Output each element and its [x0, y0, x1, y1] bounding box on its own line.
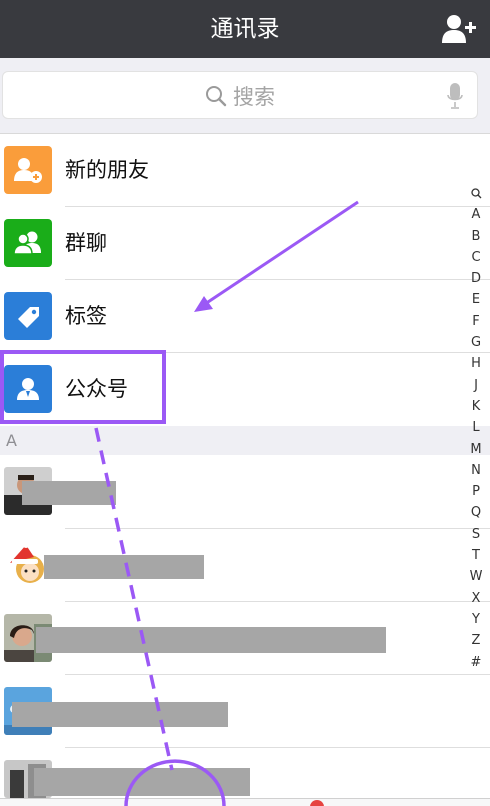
index-letter[interactable]: F — [468, 311, 484, 332]
index-letter[interactable]: K — [468, 396, 484, 417]
bottom-tab-bar — [0, 798, 490, 806]
official-accounts-label: 公众号 — [65, 377, 128, 401]
alphabet-index[interactable]: A B C D E F G H J K L M N P Q S T W X Y … — [468, 183, 484, 673]
redacted-name — [12, 702, 228, 727]
contact-row[interactable] — [0, 602, 490, 675]
search-area: 搜索 — [0, 58, 490, 134]
microphone-icon[interactable] — [447, 83, 463, 109]
index-letter[interactable]: J — [468, 375, 484, 396]
official-account-icon — [4, 365, 52, 413]
redacted-name — [34, 768, 250, 796]
index-letter[interactable]: # — [468, 652, 484, 673]
index-letter[interactable]: E — [468, 289, 484, 310]
search-icon — [206, 86, 227, 107]
official-accounts-row[interactable]: 公众号 — [0, 353, 490, 426]
group-chat-icon — [4, 219, 52, 267]
index-letter[interactable]: M — [468, 439, 484, 460]
index-letter[interactable]: N — [468, 460, 484, 481]
add-contact-icon[interactable] — [442, 13, 476, 45]
tab-badge — [310, 800, 324, 806]
contact-row[interactable] — [0, 748, 490, 798]
search-input[interactable]: 搜索 — [2, 71, 478, 119]
contact-row[interactable] — [0, 455, 490, 528]
redacted-name — [36, 627, 386, 653]
navigation-bar: 通讯录 — [0, 0, 490, 58]
new-friends-row[interactable]: 新的朋友 — [0, 134, 490, 207]
group-chats-row[interactable]: 群聊 — [0, 207, 490, 280]
index-letter[interactable]: Q — [468, 502, 484, 523]
tags-row[interactable]: 标签 — [0, 280, 490, 353]
index-letter[interactable]: A — [468, 204, 484, 225]
index-letter[interactable]: W — [468, 566, 484, 587]
section-letter: A — [6, 431, 17, 450]
contact-row[interactable] — [0, 675, 490, 748]
index-letter[interactable]: Z — [468, 630, 484, 651]
index-letter[interactable]: B — [468, 226, 484, 247]
new-friend-icon — [4, 146, 52, 194]
section-header-a: A — [0, 426, 490, 455]
new-friends-label: 新的朋友 — [65, 158, 149, 182]
index-letter[interactable]: P — [468, 481, 484, 502]
index-letter[interactable]: X — [468, 588, 484, 609]
index-letter[interactable]: Y — [468, 609, 484, 630]
index-letter[interactable]: C — [468, 247, 484, 268]
page-title: 通讯录 — [210, 16, 280, 42]
group-chats-label: 群聊 — [65, 231, 107, 255]
index-letter[interactable]: G — [468, 332, 484, 353]
tags-label: 标签 — [65, 304, 107, 328]
search-placeholder: 搜索 — [233, 85, 275, 109]
tag-icon — [4, 292, 52, 340]
index-letter[interactable]: L — [468, 417, 484, 438]
index-letter[interactable]: H — [468, 353, 484, 374]
index-search-icon[interactable] — [468, 183, 484, 204]
redacted-name — [44, 555, 204, 579]
contact-row[interactable] — [0, 529, 490, 602]
redacted-name — [22, 481, 116, 505]
index-letter[interactable]: D — [468, 268, 484, 289]
index-letter[interactable]: S — [468, 524, 484, 545]
index-letter[interactable]: T — [468, 545, 484, 566]
